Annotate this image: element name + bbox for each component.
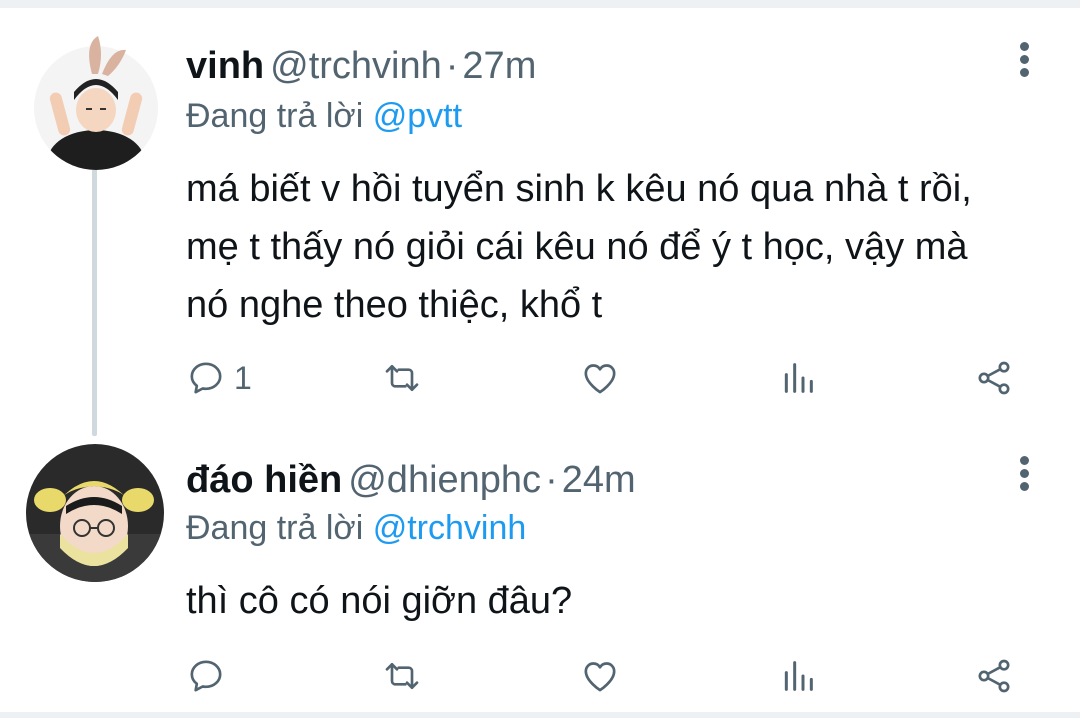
stats-icon: [784, 363, 813, 393]
stats-icon: [784, 661, 813, 691]
like-button[interactable]: [580, 654, 620, 698]
display-name[interactable]: đáo hiền: [186, 459, 342, 501]
reply-button[interactable]: [186, 654, 234, 698]
tweet-text: má biết v hồi tuyển sinh k kêu nó qua nh…: [186, 160, 1046, 334]
heart-icon: [584, 662, 616, 692]
reply-button[interactable]: 1: [186, 356, 252, 400]
reply-icon: [190, 362, 222, 394]
avatar[interactable]: [34, 30, 158, 170]
share-button[interactable]: [974, 356, 1014, 400]
share-button[interactable]: [974, 654, 1014, 698]
replying-to-line: Đang trả lời @trchvinh: [186, 508, 526, 548]
retweet-icon: [385, 365, 419, 391]
replying-to-label: Đang trả lời: [186, 97, 364, 135]
separator-dot: ·: [545, 459, 558, 501]
tweet-text: thì cô có nói giỡn đâu?: [186, 572, 1046, 630]
like-button[interactable]: [580, 356, 620, 400]
timestamp[interactable]: 27m: [462, 45, 536, 87]
avatar[interactable]: [26, 444, 164, 582]
display-name[interactable]: vinh: [186, 45, 264, 87]
retweet-button[interactable]: [382, 356, 422, 400]
retweet-icon: [385, 663, 419, 689]
reply-count: 1: [234, 359, 252, 396]
tweet-header: vinh @trchvinh · 27m: [186, 44, 536, 88]
bottom-divider: [0, 712, 1080, 718]
user-handle[interactable]: @trchvinh: [270, 45, 442, 87]
tweet[interactable]: vinh @trchvinh · 27m Đang trả lời @pvtt má …: [0, 0, 1080, 420]
tweet-text-line: má biết v hồi tuyển sinh k kêu nó qua nh…: [186, 168, 972, 210]
replying-to-line: Đang trả lời @pvtt: [186, 96, 462, 136]
analytics-button[interactable]: [778, 356, 818, 400]
separator-dot: ·: [445, 45, 459, 87]
replying-to-mention[interactable]: @trchvinh: [373, 509, 527, 547]
share-icon: [978, 659, 1010, 693]
action-bar: 1: [186, 356, 1046, 400]
more-icon[interactable]: [1010, 454, 1038, 494]
user-handle[interactable]: @dhienphc: [348, 459, 541, 501]
replying-to-label: Đang trả lời: [186, 509, 364, 547]
tweet-text-line: mẹ t thấy nó giỏi cái kêu nó để ý t học,…: [186, 226, 968, 268]
analytics-button[interactable]: [778, 654, 818, 698]
share-icon: [978, 361, 1010, 395]
action-bar: [186, 654, 1046, 698]
tweet-text-line: thì cô có nói giỡn đâu?: [186, 580, 573, 622]
tweet[interactable]: đáo hiền @dhienphc · 24m Đang trả lời @trch…: [0, 420, 1080, 712]
more-icon[interactable]: [1010, 40, 1038, 80]
retweet-button[interactable]: [382, 654, 422, 698]
replying-to-mention[interactable]: @pvtt: [373, 97, 462, 135]
tweet-thread: vinh @trchvinh · 27m Đang trả lời @pvtt má …: [0, 0, 1080, 718]
heart-icon: [584, 364, 616, 394]
tweet-text-line: nó nghe theo thiệc, khổ t: [186, 284, 603, 326]
reply-icon: [190, 660, 222, 692]
tweet-header: đáo hiền @dhienphc · 24m: [186, 458, 636, 502]
timestamp[interactable]: 24m: [562, 459, 636, 501]
